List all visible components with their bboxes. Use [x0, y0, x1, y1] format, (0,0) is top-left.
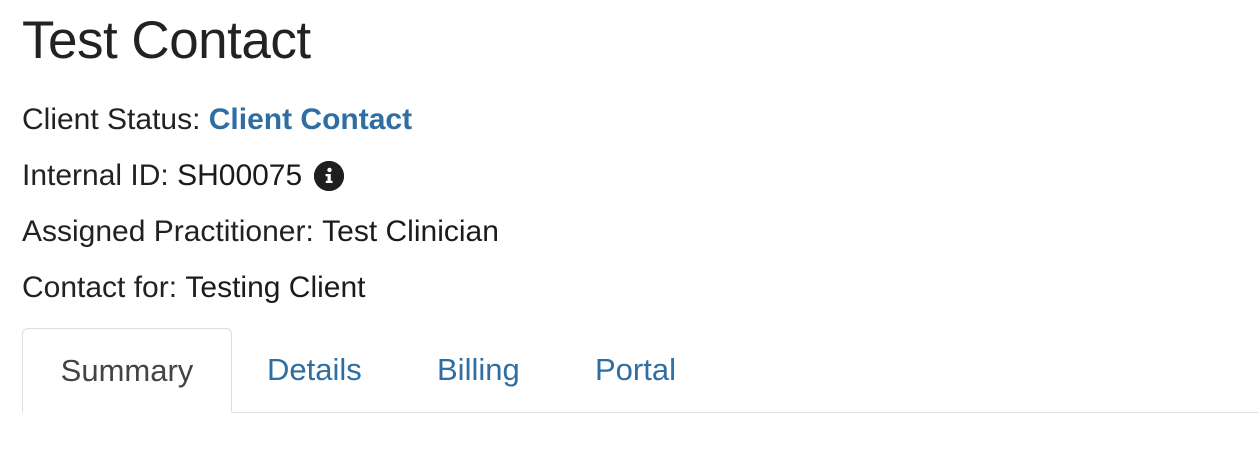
page-title: Test Contact: [22, 11, 311, 70]
client-status-row: Client Status: Client Contact: [22, 100, 412, 140]
client-status-link[interactable]: Client Contact: [209, 100, 412, 140]
assigned-practitioner-row: Assigned Practitioner: Test Clinician: [22, 212, 499, 252]
tab-summary[interactable]: Summary: [22, 328, 232, 413]
assigned-practitioner-value: Test Clinician: [322, 215, 499, 248]
contact-for-value: Testing Client: [185, 271, 366, 304]
assigned-practitioner-label: Assigned Practitioner:: [22, 215, 323, 248]
contact-for-row: Contact for: Testing Client: [22, 268, 366, 308]
tab-portal[interactable]: Portal: [595, 328, 676, 411]
internal-id-value: SH00075: [177, 159, 303, 192]
contact-for-label: Contact for:: [22, 271, 186, 304]
tab-details[interactable]: Details: [267, 328, 362, 411]
tab-bar: Summary Details Billing Portal: [22, 328, 1258, 413]
tab-billing[interactable]: Billing: [437, 328, 520, 411]
info-icon[interactable]: [314, 161, 345, 191]
internal-id-label: Internal ID:: [22, 159, 178, 192]
internal-id-row: Internal ID: SH00075: [22, 156, 345, 196]
client-status-label: Client Status:: [22, 103, 209, 136]
